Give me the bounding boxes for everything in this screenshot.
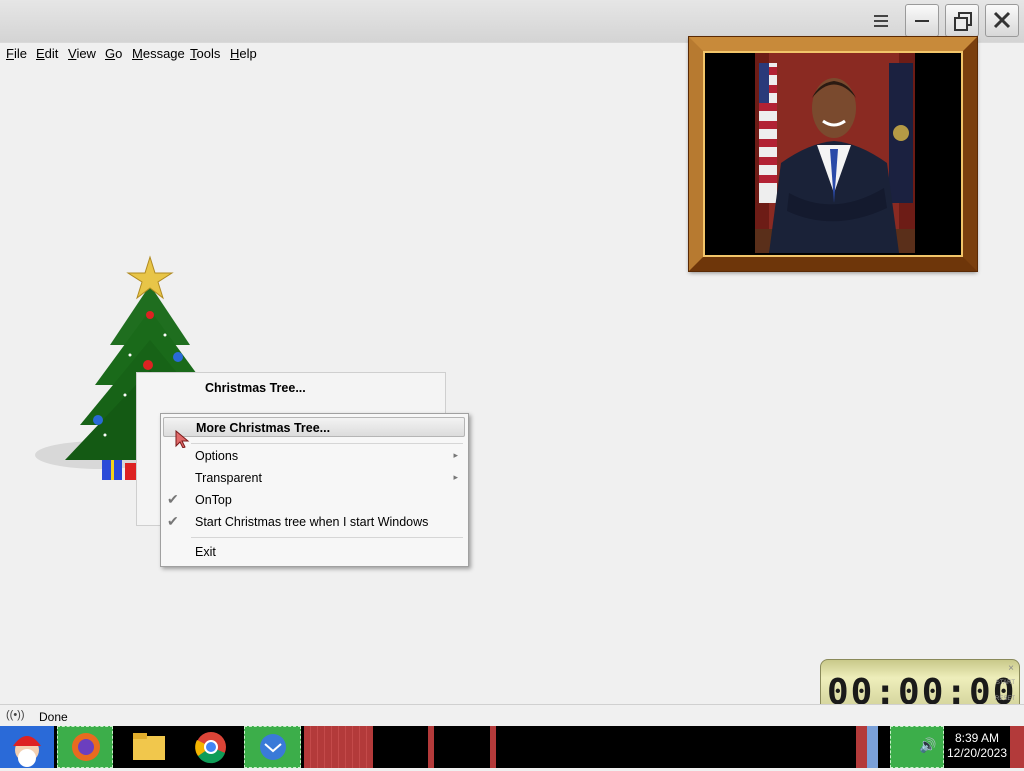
menu-help[interactable]: Help (230, 46, 257, 61)
menu-item-ontop[interactable]: ✔ OnTop (161, 490, 468, 510)
taskbar-chrome[interactable] (181, 726, 241, 768)
menu-item-label: More Christmas Tree... (196, 421, 331, 435)
status-text: Done (39, 710, 68, 724)
taskbar-firefox[interactable] (57, 726, 113, 768)
menu-item-label: OnTop (195, 493, 232, 507)
minimize-button[interactable] (905, 4, 939, 37)
menu-item-label: Exit (195, 545, 216, 559)
taskbar-window-3[interactable] (490, 726, 496, 768)
menu-item-options[interactable]: Options ▸ (161, 446, 468, 466)
santa-icon (13, 736, 41, 767)
checkmark-icon: ✔ (167, 491, 179, 507)
folder-icon (133, 733, 165, 760)
online-status-icon: ((•)) (6, 709, 25, 721)
menu-message[interactable]: Message (132, 46, 185, 61)
firefox-icon (72, 733, 100, 761)
restore-icon (954, 12, 972, 31)
menu-item-exit[interactable]: Exit (161, 542, 468, 562)
menu-tools[interactable]: Tools (190, 46, 220, 61)
menu-file[interactable]: File (6, 46, 27, 61)
context-menu: More Christmas Tree... Options ▸ Transpa… (160, 413, 469, 567)
close-icon (993, 11, 1011, 29)
mail-icon (260, 734, 286, 760)
taskbar-window-1[interactable] (304, 726, 373, 768)
volume-icon: 🔊 (919, 737, 937, 753)
menu-item-label: Start Christmas tree when I start Window… (195, 515, 429, 529)
tray-icon-flag[interactable] (856, 726, 878, 768)
chrome-icon (195, 732, 226, 764)
taskbar-window-2[interactable] (428, 726, 434, 768)
status-bar: ((•)) Done (0, 704, 1024, 727)
menu-item-label: Options (195, 449, 239, 463)
show-desktop-button[interactable] (1010, 726, 1024, 768)
tray-network-volume[interactable]: 🔊 (890, 726, 944, 768)
checkmark-icon: ✔ (167, 513, 179, 529)
timer-reset-button[interactable]: RESET (995, 696, 1015, 702)
minimize-icon (915, 20, 929, 22)
system-clock[interactable]: 8:39 AM 12/20/2023 (944, 731, 1010, 761)
portrait-image (709, 53, 955, 253)
hamburger-icon[interactable] (872, 12, 890, 30)
menu-item-start-with-windows[interactable]: ✔ Start Christmas tree when I start Wind… (161, 512, 468, 532)
menu-item-label: Transparent (195, 471, 262, 485)
context-menu-back-item[interactable]: Christmas Tree... (205, 381, 306, 395)
taskbar-file-explorer[interactable] (118, 726, 180, 768)
portrait-frame[interactable] (689, 37, 977, 271)
menu-item-transparent[interactable]: Transparent ▸ (161, 468, 468, 488)
timer-close-button[interactable]: × (1008, 663, 1014, 674)
title-bar (0, 0, 1024, 42)
clock-date: 12/20/2023 (946, 746, 1008, 760)
restore-button[interactable] (945, 4, 979, 37)
taskbar: 🔊 8:39 AM 12/20/2023 (0, 726, 1024, 768)
submenu-arrow-icon: ▸ (453, 450, 458, 460)
timer-start-button[interactable]: START (996, 680, 1015, 686)
menu-separator (191, 537, 463, 538)
submenu-arrow-icon: ▸ (453, 472, 458, 482)
menu-separator (191, 443, 463, 444)
menu-view[interactable]: View (68, 46, 96, 61)
close-button[interactable] (985, 4, 1019, 37)
menu-item-more-christmas-tree[interactable]: More Christmas Tree... (163, 417, 465, 448)
menu-go[interactable]: Go (105, 46, 122, 61)
taskbar-thunderbird[interactable] (244, 726, 301, 768)
clock-time: 8:39 AM (954, 731, 1000, 745)
menu-edit[interactable]: Edit (36, 46, 58, 61)
start-button[interactable] (0, 726, 54, 768)
